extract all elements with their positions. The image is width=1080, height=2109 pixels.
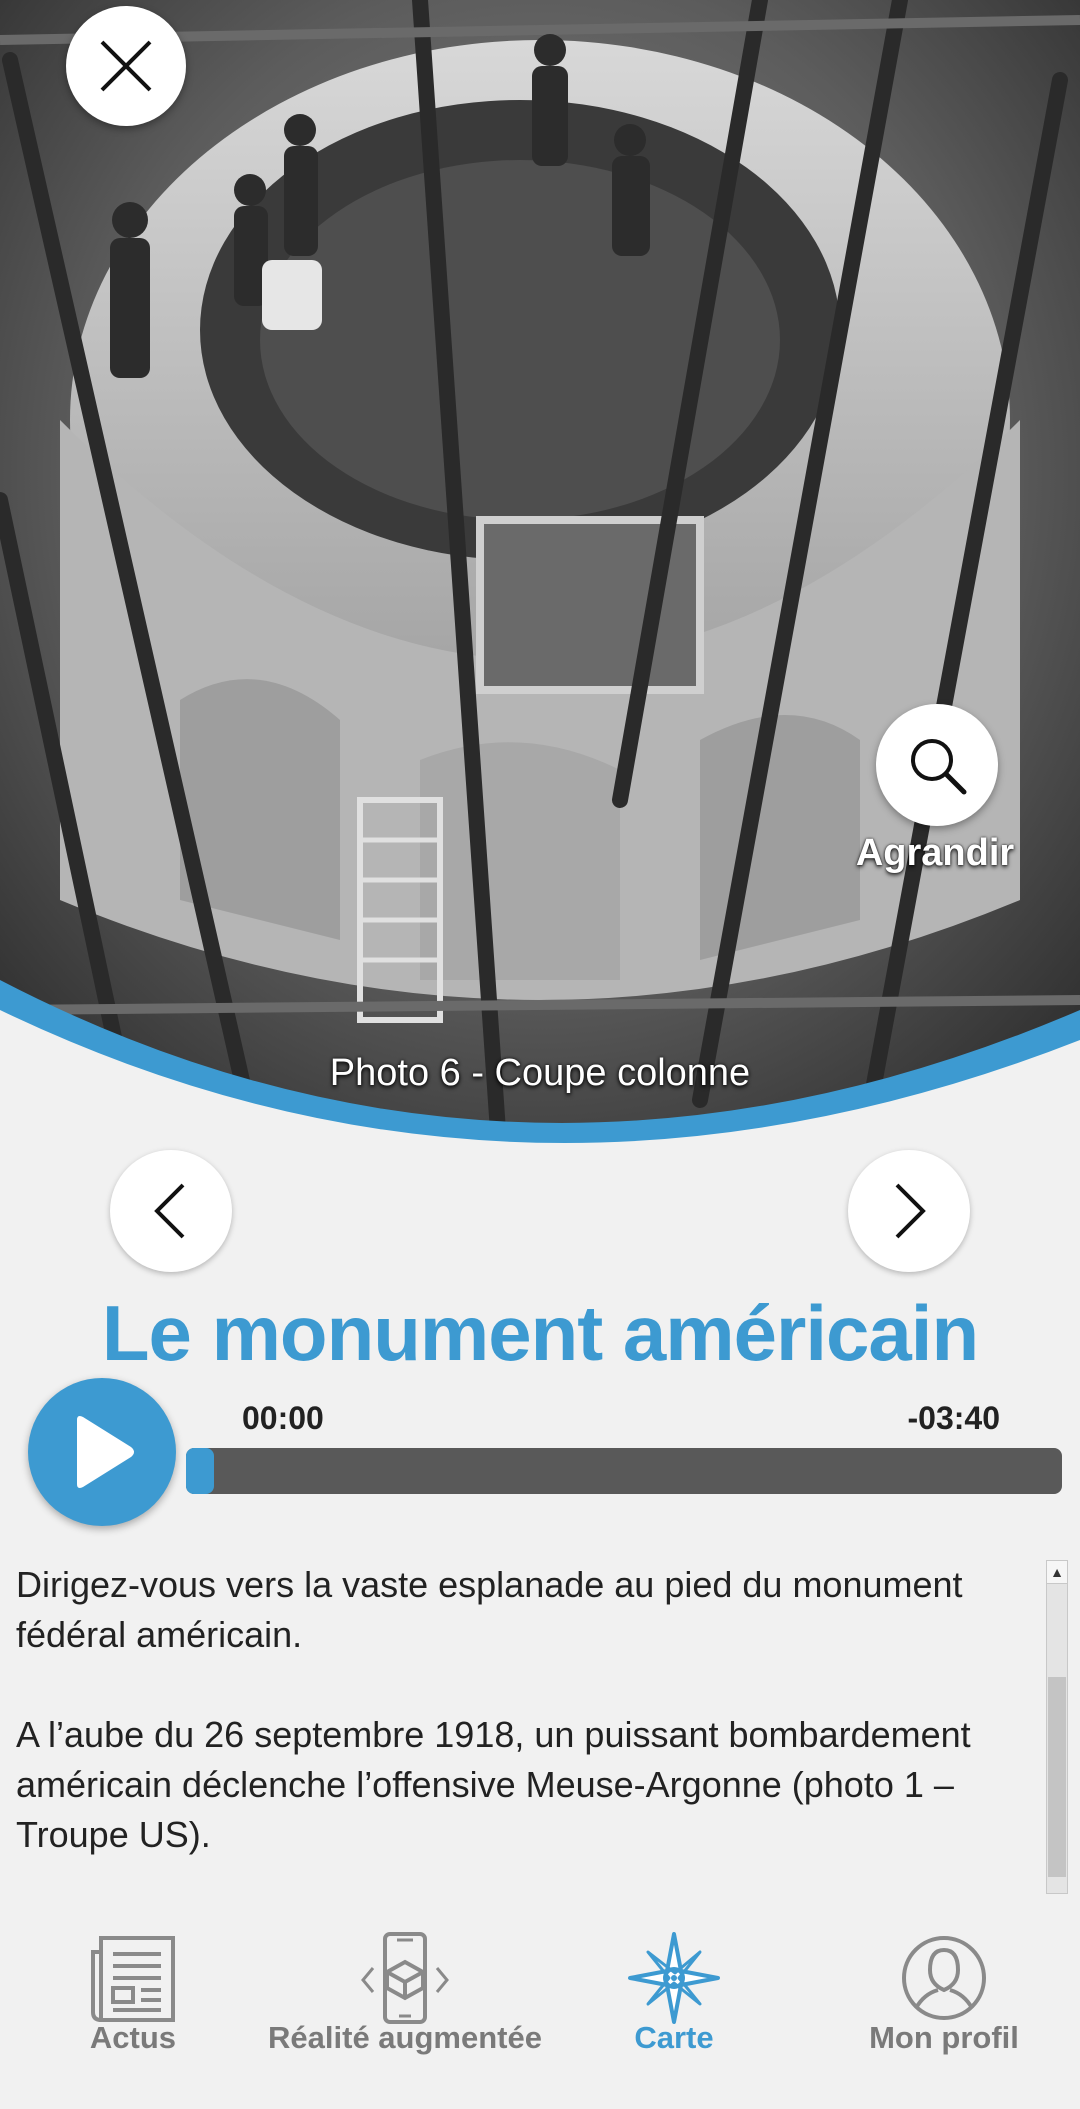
remaining-time: -03:40 [907, 1400, 1001, 1436]
audio-progress-bar[interactable] [186, 1448, 1062, 1494]
nav-label: Mon profil [869, 2020, 1019, 2055]
ar-phone-icon [361, 1932, 449, 2024]
current-time: 00:00 [242, 1400, 324, 1436]
chevron-left-icon [154, 1183, 185, 1239]
nav-label: Actus [89, 2020, 177, 2055]
compass-rose-icon [628, 1932, 720, 2024]
nav-label: Réalité augmentée [268, 2020, 542, 2055]
bottom-navigation: Actus Réalité augmentée Carte Mon profil [0, 1908, 1080, 2109]
nav-item-realite-augmentee[interactable]: Réalité augmentée [260, 1908, 550, 2109]
play-icon [77, 1416, 134, 1488]
scroll-thumb[interactable] [1048, 1677, 1066, 1877]
next-photo-button[interactable] [848, 1150, 970, 1272]
previous-photo-button[interactable] [110, 1150, 232, 1272]
search-icon [911, 739, 967, 795]
zoom-label[interactable]: Agrandir [830, 832, 1040, 875]
close-button[interactable] [66, 6, 186, 126]
text-scrollbar[interactable]: ▲ [1046, 1560, 1068, 1894]
nav-item-actus[interactable]: Actus [30, 1908, 236, 2109]
audio-progress-fill[interactable] [186, 1448, 214, 1494]
photo-caption: Photo 6 - Coupe colonne [329, 1052, 751, 1094]
profile-icon [902, 1936, 986, 2020]
chevron-right-icon [895, 1183, 926, 1239]
close-icon [100, 40, 152, 92]
paragraph: Dirigez-vous vers la vaste esplanade au … [16, 1564, 963, 1655]
page-title: Le monument américain [101, 1289, 979, 1377]
historical-photo [0, 0, 1080, 1180]
play-button[interactable] [28, 1378, 176, 1526]
paragraph: A l’aube du 26 septembre 1918, un puissa… [16, 1714, 971, 1855]
photo-viewer[interactable]: Agrandir Photo 6 - Coupe colonne [0, 0, 1080, 1180]
scroll-up-arrow-icon[interactable]: ▲ [1047, 1561, 1067, 1584]
description-text: Dirigez-vous vers la vaste esplanade au … [16, 1560, 1036, 1890]
nav-label: Carte [634, 2020, 714, 2055]
zoom-button[interactable] [876, 704, 998, 826]
nav-item-mon-profil[interactable]: Mon profil [846, 1908, 1042, 2109]
nav-item-carte[interactable]: Carte [584, 1908, 764, 2109]
newspaper-icon [91, 1936, 175, 2022]
